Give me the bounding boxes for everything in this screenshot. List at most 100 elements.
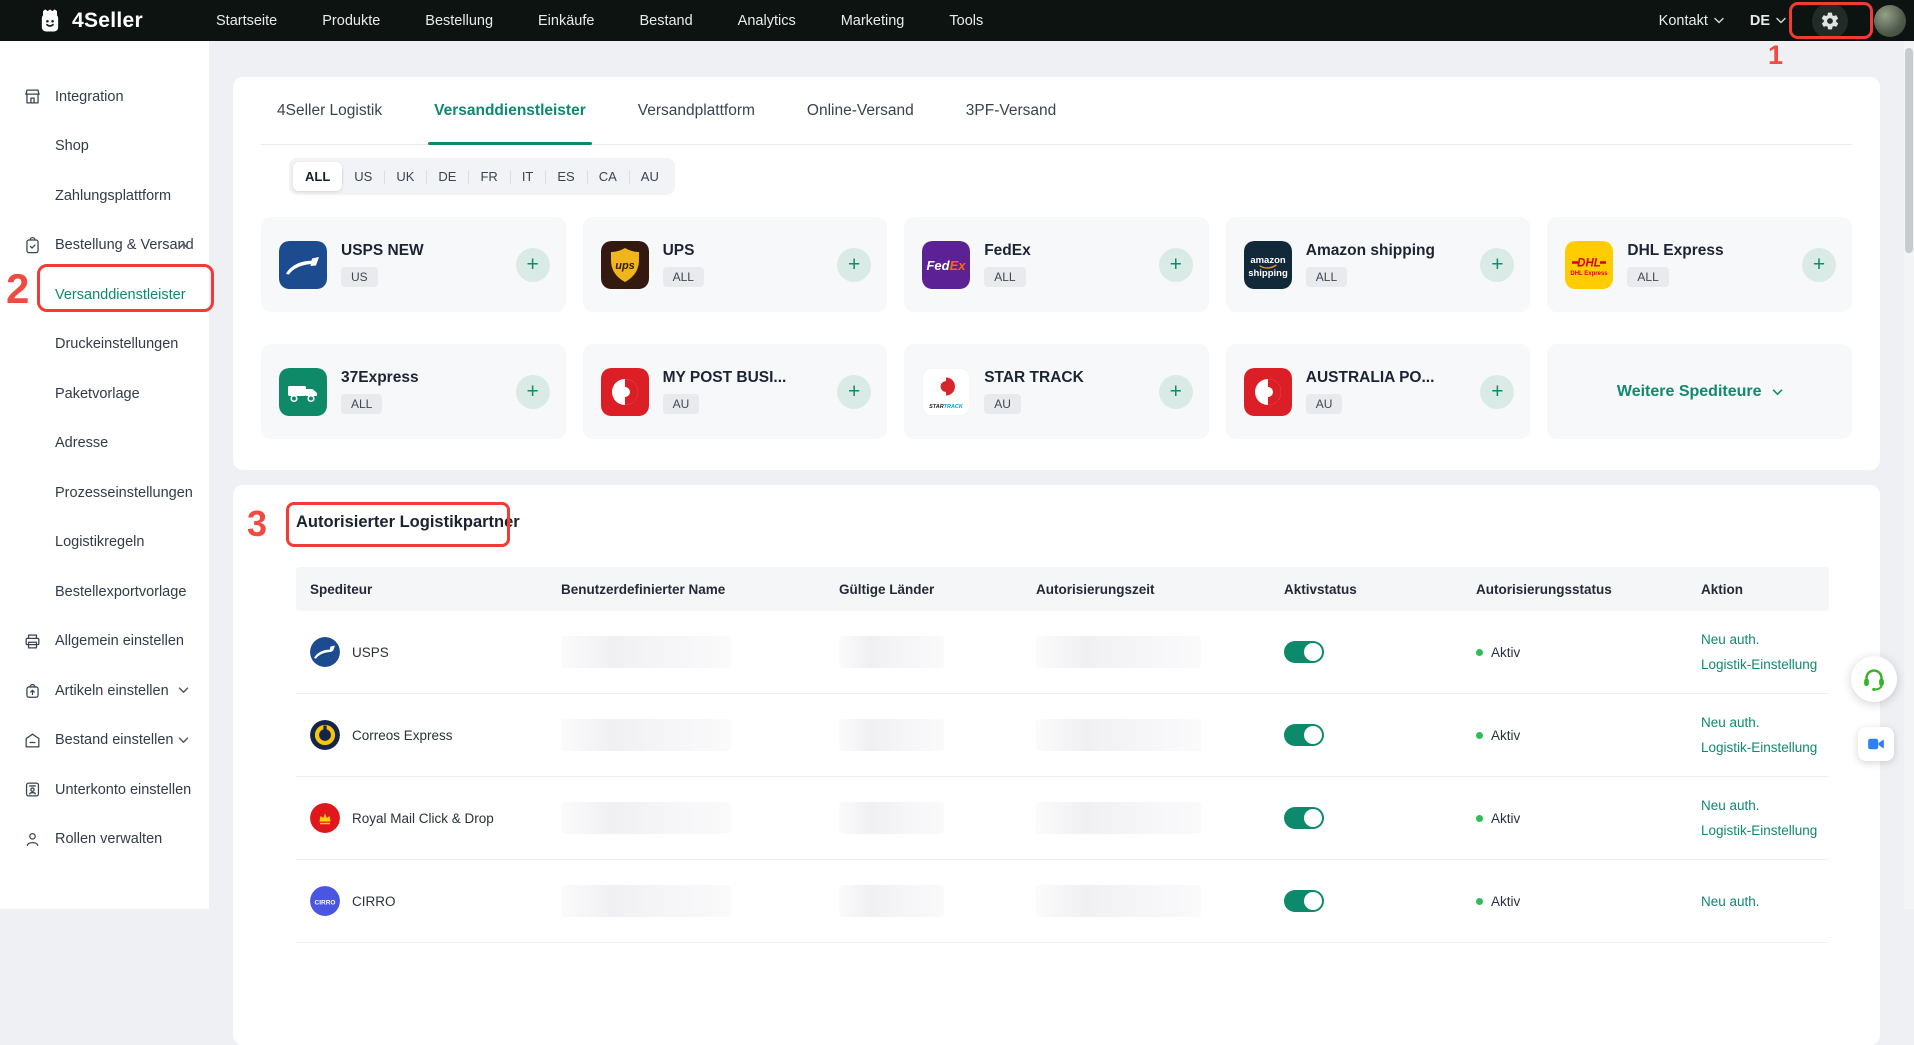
- fedex-logo-icon: FedEx: [922, 241, 970, 289]
- sidebar-item-logistikregeln[interactable]: Logistikregeln: [0, 518, 209, 568]
- nav-item-tools[interactable]: Tools: [949, 13, 983, 29]
- scrollbar-thumb[interactable]: [1905, 48, 1913, 253]
- sidebar-item-shop[interactable]: Shop: [0, 122, 209, 172]
- status-label: Aktiv: [1491, 894, 1520, 909]
- filter-chip-es[interactable]: ES: [545, 162, 586, 191]
- support-chat-button[interactable]: [1851, 656, 1897, 702]
- action-link-neu-auth[interactable]: Neu auth.: [1701, 715, 1760, 730]
- sidebar-item-artikeln-einstellen[interactable]: Artikeln einstellen: [0, 666, 209, 716]
- tab-4seller-logistik[interactable]: 4Seller Logistik: [277, 77, 382, 144]
- carrier-cell: USPS: [296, 637, 545, 667]
- nav-item-eink-ufe[interactable]: Einkäufe: [538, 13, 594, 29]
- svg-text:shipping: shipping: [1248, 268, 1288, 279]
- sidebar-item-bestellung-versand[interactable]: Bestellung & Versand: [0, 221, 209, 271]
- action-link-neu-auth[interactable]: Neu auth.: [1701, 632, 1760, 647]
- nav-item-analytics[interactable]: Analytics: [738, 13, 796, 29]
- shipping-providers-panel: 4Seller Logistik Versanddienstleister Vers…: [233, 77, 1880, 470]
- add-carrier-button[interactable]: +: [516, 248, 550, 282]
- add-carrier-button[interactable]: +: [1802, 248, 1836, 282]
- sidebar-item-versanddienstleister[interactable]: Versanddienstleister: [0, 270, 209, 320]
- filter-chip-ca[interactable]: CA: [587, 162, 629, 191]
- partner-name: Correos Express: [352, 728, 453, 743]
- nav-item-marketing[interactable]: Marketing: [841, 13, 905, 29]
- app-logo[interactable]: 4Seller: [36, 7, 143, 35]
- sidebar-item-druckeinstellungen[interactable]: Druckeinstellungen: [0, 320, 209, 370]
- add-carrier-button[interactable]: +: [1159, 375, 1193, 409]
- active-toggle[interactable]: [1284, 641, 1324, 663]
- chevron-down-icon: [178, 737, 189, 744]
- add-carrier-button[interactable]: +: [837, 375, 871, 409]
- redacted-value: [561, 719, 731, 751]
- sidebar-item-allgemein-einstellen[interactable]: Allgemein einstellen: [0, 617, 209, 667]
- custom-name-cell: [545, 636, 823, 668]
- settings-button[interactable]: [1812, 3, 1848, 39]
- sidebar-item-unterkonto-einstellen[interactable]: Unterkonto einstellen: [0, 765, 209, 815]
- home-box-icon: [23, 731, 42, 750]
- add-carrier-button[interactable]: +: [1159, 248, 1193, 282]
- active-toggle[interactable]: [1284, 807, 1324, 829]
- active-toggle[interactable]: [1284, 724, 1324, 746]
- nav-item-startseite[interactable]: Startseite: [216, 13, 277, 29]
- add-carrier-button[interactable]: +: [1480, 375, 1514, 409]
- authorization-status-cell: Aktiv: [1460, 645, 1685, 660]
- carrier-name: STAR TRACK: [984, 369, 1084, 387]
- active-status-cell: [1268, 807, 1460, 829]
- filter-chip-it[interactable]: IT: [510, 162, 546, 191]
- more-carriers-button[interactable]: Weitere Spediteure: [1547, 344, 1852, 439]
- tab-versanddienstleister[interactable]: Versanddienstleister: [434, 77, 586, 144]
- sidebar-item-bestellexportvorlage[interactable]: Bestellexportvorlage: [0, 567, 209, 617]
- nav-item-produkte[interactable]: Produkte: [322, 13, 380, 29]
- sidebar-item-label: Paketvorlage: [55, 386, 140, 402]
- sidebar-item-integration[interactable]: Integration: [0, 72, 209, 122]
- partner-row-correos-express: Correos Express Aktiv Neu auth. Logistik-Ei…: [296, 694, 1829, 777]
- auth-time-cell: [1020, 719, 1268, 751]
- svg-text:DHL: DHL: [1578, 257, 1602, 269]
- action-link-logistik-einstellung[interactable]: Logistik-Einstellung: [1701, 740, 1817, 755]
- video-tutorial-button[interactable]: [1858, 727, 1894, 761]
- auth-time-cell: [1020, 802, 1268, 834]
- language-dropdown[interactable]: DE: [1750, 13, 1786, 29]
- status-label: Aktiv: [1491, 728, 1520, 743]
- nav-item-bestellung[interactable]: Bestellung: [425, 13, 493, 29]
- contact-label: Kontakt: [1659, 13, 1708, 29]
- sidebar-item-adresse[interactable]: Adresse: [0, 419, 209, 469]
- carrier-name: 37Express: [341, 369, 419, 387]
- tab-3pf-versand[interactable]: 3PF-Versand: [966, 77, 1056, 144]
- action-link-logistik-einstellung[interactable]: Logistik-Einstellung: [1701, 823, 1817, 838]
- sidebar-item-rollen-verwalten[interactable]: Rollen verwalten: [0, 815, 209, 865]
- sidebar-item-paketvorlage[interactable]: Paketvorlage: [0, 369, 209, 419]
- sidebar-item-zahlungsplattform[interactable]: Zahlungsplattform: [0, 171, 209, 221]
- action-link-neu-auth[interactable]: Neu auth.: [1701, 894, 1760, 909]
- filter-chip-au[interactable]: AU: [629, 162, 671, 191]
- filter-chip-us[interactable]: US: [342, 162, 384, 191]
- carrier-name: Amazon shipping: [1306, 242, 1435, 260]
- contact-dropdown[interactable]: Kontakt: [1659, 13, 1724, 29]
- main-nav: Startseite Produkte Bestellung Einkäufe Best…: [216, 13, 983, 29]
- action-link-logistik-einstellung[interactable]: Logistik-Einstellung: [1701, 657, 1817, 672]
- add-carrier-button[interactable]: +: [1480, 248, 1514, 282]
- filter-chip-de[interactable]: DE: [426, 162, 468, 191]
- filter-chip-all[interactable]: ALL: [293, 162, 342, 191]
- partner-name: CIRRO: [352, 894, 396, 909]
- nav-item-bestand[interactable]: Bestand: [639, 13, 692, 29]
- carrier-cell: Royal Mail Click & Drop: [296, 803, 545, 833]
- authorized-partners-panel: Autorisierter Logistikpartner SpediteurB…: [233, 485, 1880, 1045]
- carrier-name: UPS: [663, 242, 704, 260]
- user-avatar[interactable]: [1874, 5, 1906, 37]
- tab-online-versand[interactable]: Online-Versand: [807, 77, 914, 144]
- action-link-neu-auth[interactable]: Neu auth.: [1701, 798, 1760, 813]
- filter-chip-uk[interactable]: UK: [384, 162, 426, 191]
- carrier-info: Amazon shippingALL: [1306, 242, 1435, 287]
- redacted-value: [1036, 636, 1201, 668]
- carrier-info: FedExALL: [984, 242, 1031, 287]
- sidebar-item-bestand-einstellen[interactable]: Bestand einstellen: [0, 716, 209, 766]
- status-label: Aktiv: [1491, 645, 1520, 660]
- carrier-card-usps-new: USPS NEWUS+: [261, 217, 566, 312]
- add-carrier-button[interactable]: +: [837, 248, 871, 282]
- action-cell: Neu auth. Logistik-Einstellung: [1685, 632, 1829, 672]
- sidebar-item-prozesseinstellungen[interactable]: Prozesseinstellungen: [0, 468, 209, 518]
- filter-chip-fr[interactable]: FR: [468, 162, 509, 191]
- tab-versandplattform[interactable]: Versandplattform: [638, 77, 755, 144]
- sidebar-item-label: Allgemein einstellen: [55, 633, 184, 649]
- add-carrier-button[interactable]: +: [516, 375, 550, 409]
